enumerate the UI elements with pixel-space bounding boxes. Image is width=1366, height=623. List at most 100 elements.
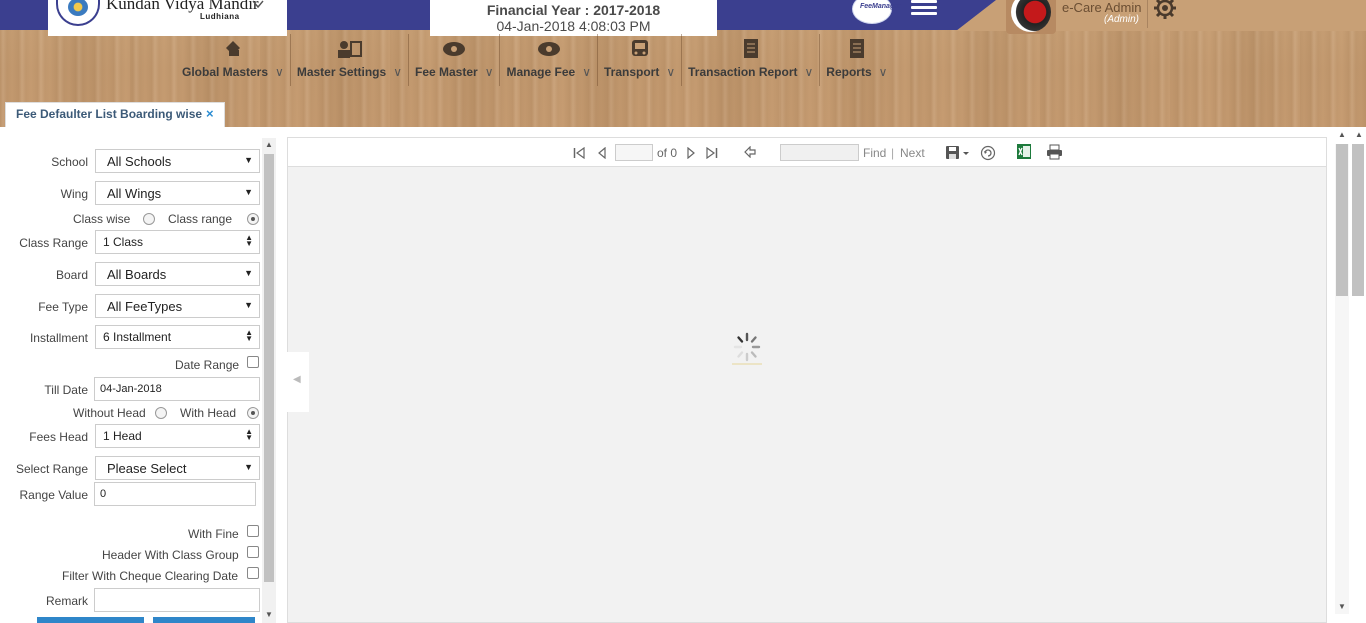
collapse-panel-button[interactable]: ◀: [286, 352, 309, 412]
caret-down-icon: ▼: [244, 300, 253, 310]
date-range-checkbox[interactable]: [247, 356, 259, 368]
caret-down-icon: ▼: [244, 268, 253, 278]
with-head-label: With Head: [180, 406, 237, 420]
class-wise-radio[interactable]: [143, 213, 155, 225]
without-head-label: Without Head: [73, 406, 146, 420]
save-export-icon[interactable]: [945, 145, 971, 161]
scroll-down-icon[interactable]: ▼: [1338, 602, 1346, 611]
master-settings-icon: [338, 41, 363, 58]
nav-transaction-report[interactable]: Transaction Report: [681, 34, 819, 86]
avatar[interactable]: [1006, 0, 1056, 34]
user-role: (Admin): [1104, 14, 1140, 25]
export-button[interactable]: [153, 617, 255, 623]
user-name[interactable]: e-Care Admin: [1062, 0, 1141, 15]
fee-master-icon: [443, 42, 466, 56]
back-to-parent-icon[interactable]: [744, 146, 756, 158]
caret-down-icon: ▼: [244, 462, 253, 472]
last-page-icon[interactable]: [706, 147, 718, 159]
range-value-input[interactable]: 0: [94, 482, 256, 506]
refresh-icon[interactable]: [980, 145, 996, 161]
print-icon[interactable]: [1046, 144, 1063, 160]
remark-label: Remark: [45, 594, 88, 608]
report-viewer: of 0 Find | Next: [287, 137, 1327, 623]
range-value-label: Range Value: [19, 488, 89, 502]
fee-type-select[interactable]: All FeeTypes ▼: [95, 294, 260, 318]
cheque-clearing-checkbox[interactable]: [247, 567, 259, 579]
current-datetime: 04-Jan-2018 4:08:03 PM: [496, 18, 651, 34]
scroll-thumb[interactable]: [1336, 144, 1348, 296]
remark-input[interactable]: [94, 588, 260, 612]
fees-head-row: Fees Head 1 Head ▲ ▼: [0, 424, 262, 448]
class-range-select[interactable]: 1 Class ▲ ▼: [95, 230, 260, 254]
nav-global-masters[interactable]: Global Masters: [176, 34, 290, 86]
class-range-radio[interactable]: [247, 213, 259, 225]
without-head-radio[interactable]: [155, 407, 167, 419]
select-range-select[interactable]: Please Select ▼: [95, 456, 260, 480]
nav-transport[interactable]: Transport: [596, 34, 681, 86]
fee-type-label: Fee Type: [38, 300, 88, 314]
tab-label: Fee Defaulter List Boarding wise: [16, 107, 203, 121]
manage-fee-icon: [537, 42, 560, 56]
tab-fee-defaulter-list[interactable]: Fee Defaulter List Boarding wise ×: [5, 102, 225, 127]
date-range-label: Date Range: [175, 358, 240, 372]
nav-label: Transaction Report: [688, 65, 813, 79]
header-class-group-checkbox[interactable]: [247, 546, 259, 558]
next-link[interactable]: Next: [900, 146, 925, 160]
school-value: All Schools: [107, 154, 172, 169]
chevron-down-icon[interactable]: [252, 0, 264, 10]
find-input[interactable]: [780, 144, 859, 161]
global-masters-icon: [225, 41, 240, 56]
sort-arrows-icon: ▲ ▼: [245, 328, 253, 343]
scroll-down-icon[interactable]: ▼: [265, 610, 273, 619]
financial-year: Financial Year : 2017-2018: [486, 2, 661, 18]
scroll-thumb[interactable]: [264, 154, 274, 582]
close-icon[interactable]: ×: [206, 106, 214, 121]
page-number-input[interactable]: [615, 144, 653, 161]
main-nav: Global Masters Master Settings Fee Maste…: [176, 34, 893, 86]
board-select[interactable]: All Boards ▼: [95, 262, 260, 286]
next-page-icon[interactable]: [686, 147, 696, 159]
gear-icon[interactable]: [1153, 0, 1177, 20]
fees-head-select[interactable]: 1 Head ▲ ▼: [95, 424, 260, 448]
school-label: School: [51, 155, 88, 169]
filter-panel-scrollbar[interactable]: ▲ ▼: [262, 138, 276, 623]
first-page-icon[interactable]: [573, 147, 585, 159]
till-date-input[interactable]: 04-Jan-2018: [94, 377, 260, 401]
sort-arrows-icon: ▲ ▼: [245, 233, 253, 248]
nav-label: Reports: [826, 65, 887, 79]
nav-fee-master[interactable]: Fee Master: [407, 34, 500, 86]
submit-button[interactable]: [37, 617, 144, 623]
class-range-value: 1 Class: [103, 235, 144, 249]
header-class-group-label: Header With Class Group: [102, 548, 239, 562]
with-fine-checkbox[interactable]: [247, 525, 259, 537]
previous-page-icon[interactable]: [597, 147, 607, 159]
nav-label: Master Settings: [297, 65, 402, 79]
scroll-up-icon[interactable]: ▲: [1338, 130, 1346, 139]
till-date-label: Till Date: [44, 383, 88, 397]
hamburger-menu-icon[interactable]: [911, 0, 937, 16]
select-range-label: Select Range: [15, 462, 88, 476]
installment-select[interactable]: 6 Installment ▲ ▼: [95, 325, 260, 349]
till-date-row: Till Date 04-Jan-2018: [0, 377, 262, 401]
installment-label: Installment: [29, 331, 88, 345]
wing-label: Wing: [60, 187, 88, 201]
page-scrollbar[interactable]: ▲ ▲ ▼: [1333, 130, 1366, 623]
class-range-label: Class range: [168, 212, 233, 226]
page-count: of 0: [657, 146, 678, 160]
school-logo-box[interactable]: Kundan Vidya Mandir Ludhiana: [48, 0, 287, 36]
bus-icon: [631, 40, 648, 56]
class-range-row: Class Range 1 Class ▲ ▼: [0, 230, 262, 254]
scroll-thumb[interactable]: [1352, 144, 1364, 296]
find-link[interactable]: Find: [863, 146, 886, 160]
nav-manage-fee[interactable]: Manage Fee: [499, 34, 597, 86]
with-head-radio[interactable]: [247, 407, 259, 419]
excel-export-icon[interactable]: [1016, 143, 1032, 160]
top-bar-edge: [956, 0, 996, 31]
scroll-up-icon[interactable]: ▲: [1355, 130, 1363, 139]
school-select[interactable]: All Schools ▼: [95, 149, 260, 173]
wing-select[interactable]: All Wings ▼: [95, 181, 260, 205]
wing-row: Wing All Wings ▼: [0, 181, 262, 205]
scroll-up-icon[interactable]: ▲: [265, 140, 273, 149]
nav-reports[interactable]: Reports: [819, 34, 893, 86]
nav-master-settings[interactable]: Master Settings: [289, 34, 408, 86]
